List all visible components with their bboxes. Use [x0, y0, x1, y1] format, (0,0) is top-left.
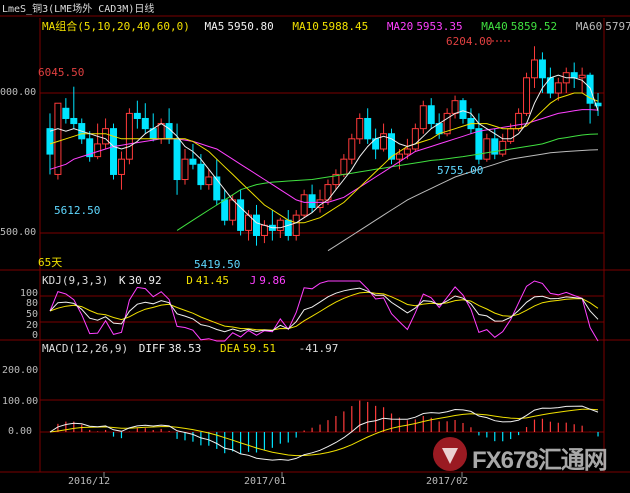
annotation-low-1: 5612.50: [54, 204, 101, 217]
candle-down: [252, 214, 260, 236]
candle-up: [483, 138, 491, 160]
candle-down: [538, 59, 546, 79]
candle-up: [102, 128, 110, 145]
candle-up: [419, 105, 427, 130]
candle-down: [213, 176, 221, 201]
candle-up: [276, 219, 284, 231]
candle-down: [237, 199, 245, 231]
chart-canvas[interactable]: [0, 0, 630, 490]
candle-up: [94, 143, 102, 158]
candle-up: [157, 123, 165, 140]
candle-down: [70, 117, 78, 125]
kdj-k-value: 30.92: [128, 274, 162, 287]
ma20-label: MA20: [386, 20, 414, 33]
candle-up: [181, 158, 189, 181]
annotation-days: 65天: [38, 256, 63, 269]
ma5-value: 5950.80: [227, 20, 274, 33]
annotation-high-left: 6045.50: [38, 66, 85, 79]
candle-up: [451, 100, 459, 114]
kdj-j-value: 9.86: [259, 274, 286, 287]
candle-up: [403, 148, 411, 155]
macd-diff-value: 38.53: [168, 342, 202, 355]
candle-down: [459, 100, 467, 119]
x-label-2017-01: 2017/01: [244, 476, 287, 487]
annotation-high-right: 6204.00: [446, 35, 493, 48]
candle-down: [62, 107, 70, 119]
macd-y-tick-100: 100.00: [2, 396, 39, 407]
candle-down: [308, 194, 316, 208]
candle-down: [197, 163, 205, 186]
kdj-d-label: D: [186, 274, 193, 287]
ma10-label: MA10: [292, 20, 319, 33]
macd-dea-label: DEA: [219, 342, 240, 355]
kdj-legend: KDJ(9,3,3) K 30.92 D 41.45 J 9.86: [42, 274, 286, 287]
ma40-value: 5859.52: [510, 20, 558, 33]
candle-up: [260, 224, 268, 236]
kdj-label: KDJ(9,3,3): [42, 274, 109, 287]
candle-down: [570, 72, 578, 79]
candle-down: [221, 199, 229, 221]
watermark-logo-icon: [433, 437, 467, 471]
candle-up: [523, 77, 531, 114]
candle-up: [515, 112, 523, 130]
watermark: FX678汇通网: [430, 434, 630, 474]
candle-up: [54, 102, 62, 175]
candle-down: [46, 128, 54, 155]
annotation-low-2: 5419.50: [194, 258, 241, 271]
candle-down: [427, 105, 435, 125]
candle-up: [205, 176, 213, 186]
x-label-2016-12: 2016/12: [68, 476, 111, 487]
window-title: LmeS_铜3(LME场外 CAD3M)日线: [2, 4, 155, 15]
ma-group-label: MA组合(5,10,20,40,60,0): [42, 20, 190, 33]
macd-diff-label: DIFF: [138, 342, 166, 355]
candle-down: [284, 219, 292, 236]
candle-down: [173, 138, 181, 181]
y-tick-5500: 5500.00: [0, 227, 37, 238]
candle-down: [133, 112, 141, 119]
macd-value: -41.97: [298, 342, 339, 355]
y-tick-6000: 6000.00: [0, 87, 37, 98]
candle-up: [117, 158, 125, 175]
main-legend: MA组合(5,10,20,40,60,0) MA5 5950.80 MA10 598…: [42, 20, 630, 33]
candle-up: [554, 82, 562, 94]
kdj-y-tick-0: 0: [32, 330, 39, 341]
kdj-d-value: 41.45: [195, 274, 229, 287]
ma5-label: MA5: [204, 20, 225, 33]
candle-up: [499, 140, 507, 155]
macd-dea-value: 59.51: [242, 342, 276, 355]
macd-y-tick-0: 0.00: [8, 426, 33, 437]
candle-up: [300, 194, 308, 216]
candle-down: [141, 117, 149, 130]
ma40-label: MA40: [481, 20, 508, 33]
x-label-2017-02: 2017/02: [426, 476, 469, 487]
watermark-text: FX678汇通网: [472, 447, 608, 474]
candle-up: [507, 128, 515, 142]
chart-window[interactable]: LmeS_铜3(LME场外 CAD3M)日线 MA组合(5,10,20,40,6…: [0, 0, 630, 490]
macd-y-tick-200: 200.00: [2, 365, 39, 376]
candle-up: [229, 199, 237, 221]
macd-label: MACD(12,26,9): [42, 342, 129, 355]
annotation-mid: 5755.00: [437, 164, 484, 177]
candle-up: [578, 74, 586, 79]
candle-up: [348, 138, 356, 160]
candle-up: [411, 128, 419, 150]
candle-up: [292, 214, 300, 236]
kdj-j-label: J: [249, 274, 257, 287]
candle-up: [125, 112, 133, 160]
ma60-value: 5797.44: [605, 20, 630, 33]
candle-down: [189, 158, 197, 165]
candle-up: [395, 153, 403, 160]
candle-down: [364, 117, 372, 140]
candle-up: [356, 117, 364, 140]
macd-legend: MACD(12,26,9) DIFF 38.53 DEA 59.51 -41.97: [42, 342, 338, 355]
candle-up: [530, 59, 538, 79]
ma10-value: 5988.45: [321, 20, 369, 33]
ma60-label: MA60: [575, 20, 603, 33]
ma20-value: 5953.35: [416, 20, 463, 33]
candle-up: [340, 158, 348, 175]
kdj-k-label: K: [118, 274, 126, 287]
